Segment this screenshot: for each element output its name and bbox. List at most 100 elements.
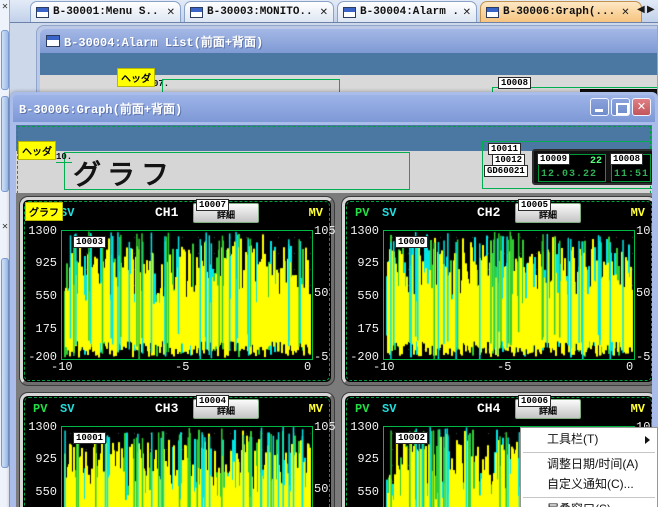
y2-axis-tick: 50 bbox=[636, 286, 650, 300]
trend-object-id: 10000 bbox=[395, 236, 428, 248]
time-display: 10008 11:51 bbox=[611, 154, 651, 182]
screen-icon bbox=[486, 7, 499, 18]
tab-label: B-30003:MONITO... bbox=[207, 6, 314, 18]
y2-axis-tick: -5 bbox=[314, 350, 328, 364]
menu-item-cascade-windows[interactable]: 层叠窗口(S) bbox=[521, 500, 657, 507]
x-axis-tick: -5 bbox=[175, 360, 189, 374]
window-title: B-30004:Alarm List(前面+背面) bbox=[64, 33, 263, 50]
object-id-label: 10005 bbox=[518, 199, 551, 211]
screen-icon bbox=[190, 7, 203, 18]
detail-button[interactable]: 10006 詳細 bbox=[515, 399, 581, 419]
tab-scroll-left-icon[interactable]: ◀ bbox=[637, 4, 646, 15]
y-axis-tick: 1300 bbox=[345, 224, 379, 238]
trend-object-id: 10002 bbox=[395, 432, 428, 444]
menu-separator bbox=[523, 452, 655, 453]
menu-item-toolbar[interactable]: 工具栏(T) bbox=[521, 430, 657, 450]
y2-axis-tick: 50 bbox=[314, 482, 328, 496]
menu-item-label: 调整日期/时间(A) bbox=[547, 457, 638, 471]
x-axis-tick: -10 bbox=[51, 360, 73, 374]
x-axis-tick: -5 bbox=[497, 360, 511, 374]
graph-panel-ch3: PV SV CH3 10004 詳細 MV 1300 925 550 175 -… bbox=[20, 393, 334, 507]
tab-close-icon[interactable]: ✕ bbox=[463, 7, 471, 18]
graph-window-titlebar[interactable]: B-30006:Graph(前面+背面) ✕ bbox=[13, 95, 655, 122]
y-axis-tick: 1300 bbox=[345, 420, 379, 434]
y2-axis-tick: 105 bbox=[314, 224, 336, 238]
sv-legend: SV bbox=[382, 206, 396, 220]
menu-separator bbox=[523, 497, 655, 498]
object-id-label: GD60021 bbox=[484, 165, 528, 177]
y-axis-tick: 925 bbox=[345, 452, 379, 466]
alarm-window-content: ヘッダ 07. 10008 bbox=[40, 53, 657, 96]
submenu-arrow-icon bbox=[645, 436, 650, 444]
tab-b30001[interactable]: B-30001:Menu S... ✕ bbox=[30, 1, 181, 22]
object-id-label: 10007 bbox=[196, 199, 229, 211]
tab-b30004[interactable]: B-30004:Alarm ... ✕ bbox=[337, 1, 477, 22]
dock-scrollbar[interactable] bbox=[1, 96, 9, 192]
y-axis-tick: 175 bbox=[23, 322, 57, 336]
dock-scrollbar[interactable] bbox=[1, 30, 9, 90]
window-title: B-30006:Graph(前面+背面) bbox=[19, 100, 182, 117]
y-axis-tick: 1300 bbox=[23, 420, 57, 434]
dock-close-icon[interactable]: ✕ bbox=[1, 2, 9, 12]
detail-button[interactable]: 10005 詳細 bbox=[515, 203, 581, 223]
x-axis-tick: 0 bbox=[304, 360, 311, 374]
object-id-label: 10008 bbox=[610, 153, 643, 165]
channel-title: CH4 bbox=[477, 401, 500, 416]
tab-scroll-right-icon[interactable]: ▶ bbox=[647, 4, 656, 15]
detail-button[interactable]: 10004 詳細 bbox=[193, 399, 259, 419]
y-axis-tick: 550 bbox=[345, 289, 379, 303]
context-menu: 工具栏(T) 调整日期/时间(A) 自定义通知(C)... 层叠窗口(S) bbox=[520, 427, 658, 507]
y-axis-tick: 925 bbox=[23, 452, 57, 466]
date-digits: 12.03.22 bbox=[541, 169, 597, 180]
time-digits: 11:51 bbox=[614, 169, 649, 180]
object-id-label: 10009 bbox=[537, 153, 570, 165]
pv-legend: PV bbox=[355, 206, 369, 220]
left-dock-strip: ✕ ✕ bbox=[0, 0, 10, 507]
graph-part-tag: グラフ bbox=[25, 202, 63, 221]
sv-legend: SV bbox=[382, 402, 396, 416]
dock-close-icon[interactable]: ✕ bbox=[1, 222, 9, 232]
clock-lcd-panel: 10009 22 12.03.22 10008 11:51 bbox=[532, 149, 652, 185]
panel-header: PV SV CH1 10007 詳細 MV bbox=[27, 202, 327, 224]
part-number: 10. bbox=[56, 152, 72, 163]
y2-axis-tick: 50 bbox=[314, 286, 328, 300]
date-display: 10009 22 12.03.22 bbox=[538, 154, 606, 182]
menu-item-adjust-datetime[interactable]: 调整日期/时间(A) bbox=[521, 455, 657, 475]
x-axis-tick: -10 bbox=[373, 360, 395, 374]
y-axis-tick: 925 bbox=[23, 256, 57, 270]
tab-label: B-30006:Graph(... bbox=[503, 6, 615, 18]
y-axis-tick: 1300 bbox=[23, 224, 57, 238]
tab-close-icon[interactable]: ✕ bbox=[167, 7, 175, 18]
sv-legend: SV bbox=[60, 402, 74, 416]
y-axis-tick: 550 bbox=[23, 289, 57, 303]
maximize-button[interactable] bbox=[611, 98, 630, 116]
object-id-label: 10004 bbox=[196, 395, 229, 407]
tab-b30006-active[interactable]: B-30006:Graph(... ✕ bbox=[480, 1, 642, 22]
tab-label: B-30004:Alarm ... bbox=[360, 6, 457, 18]
window-controls: ✕ bbox=[590, 98, 651, 116]
panel-header: PV SV CH2 10005 詳細 MV bbox=[349, 202, 649, 224]
alarm-window-titlebar[interactable]: B-30004:Alarm List(前面+背面) bbox=[40, 29, 657, 53]
x-axis-tick: 0 bbox=[626, 360, 633, 374]
window-alarm-list: B-30004:Alarm List(前面+背面) ヘッダ 07. 10008 bbox=[36, 25, 658, 97]
menu-item-label: 层叠窗口(S) bbox=[547, 502, 611, 507]
detail-button[interactable]: 10007 詳細 bbox=[193, 203, 259, 223]
screen-title-box: グラフ bbox=[64, 152, 410, 190]
trend-graph-canvas bbox=[383, 230, 635, 360]
minimize-button[interactable] bbox=[590, 98, 609, 116]
mv-legend: MV bbox=[631, 402, 645, 416]
menu-item-custom-notify[interactable]: 自定义通知(C)... bbox=[521, 475, 657, 495]
menu-item-label: 工具栏(T) bbox=[547, 432, 598, 446]
screen-title-text: グラフ bbox=[73, 153, 175, 193]
screen-tab-bar: B-30001:Menu S... ✕ B-30003:MONITO... ✕ … bbox=[10, 0, 658, 23]
window-icon bbox=[46, 35, 60, 47]
channel-title: CH2 bbox=[477, 205, 500, 220]
pv-legend: PV bbox=[33, 402, 47, 416]
mv-legend: MV bbox=[309, 402, 323, 416]
tab-b30003[interactable]: B-30003:MONITO... ✕ bbox=[184, 1, 334, 22]
tab-close-icon[interactable]: ✕ bbox=[621, 7, 629, 18]
y-axis-tick: 175 bbox=[345, 322, 379, 336]
graph-panel-ch2: PV SV CH2 10005 詳細 MV 1300 925 550 175 -… bbox=[342, 197, 652, 385]
close-button[interactable]: ✕ bbox=[632, 98, 651, 116]
tab-close-icon[interactable]: ✕ bbox=[320, 7, 328, 18]
